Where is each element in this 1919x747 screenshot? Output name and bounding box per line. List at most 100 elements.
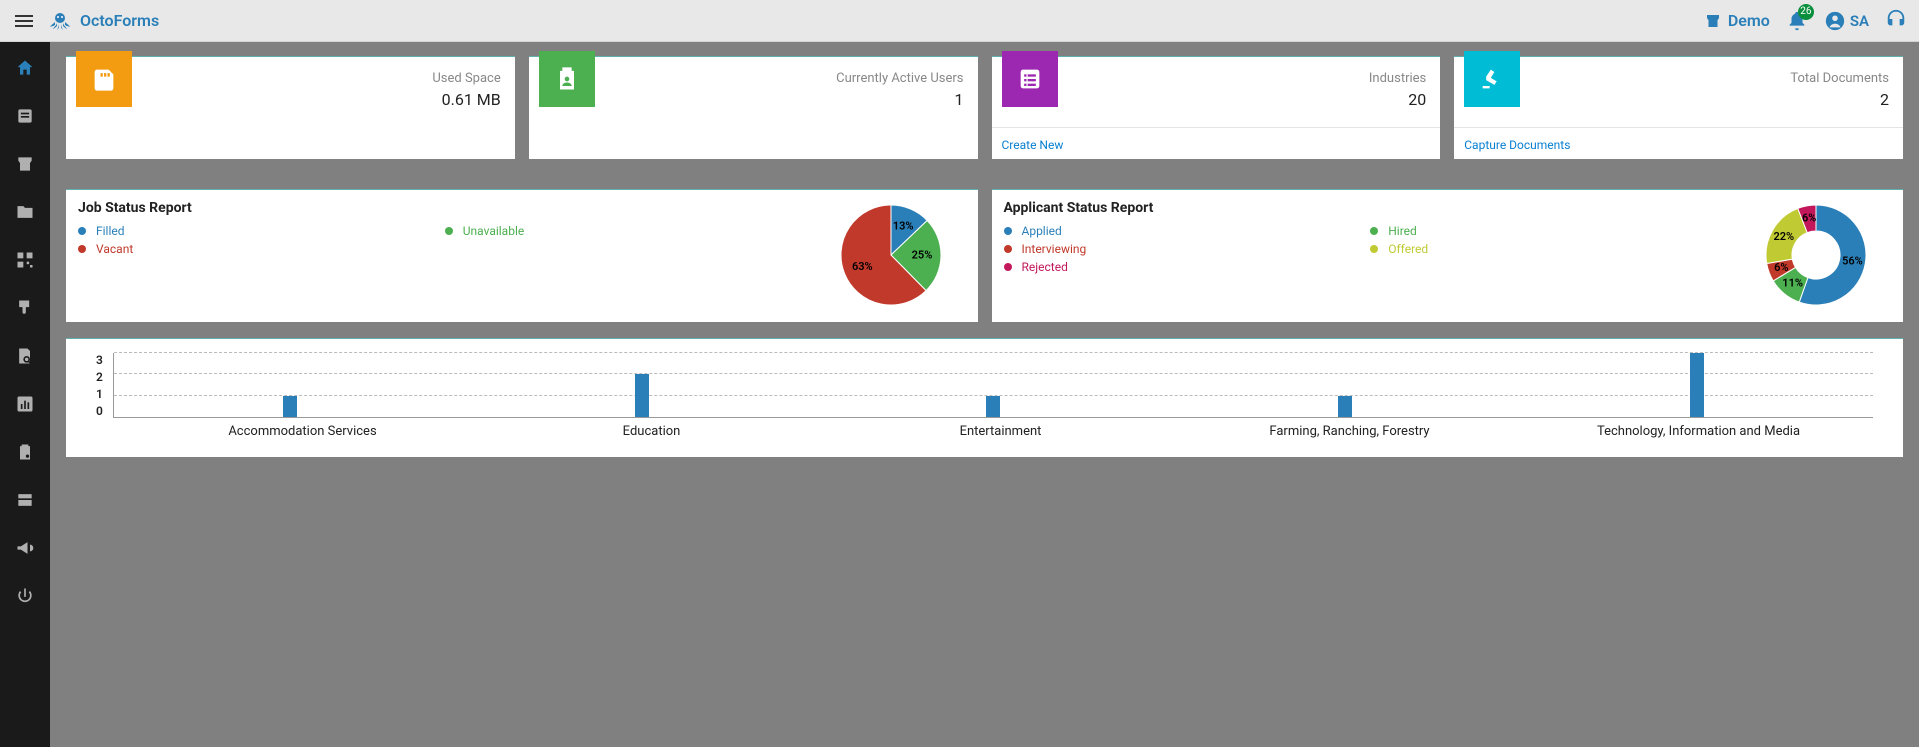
- nav-reports[interactable]: [13, 392, 37, 416]
- user-menu[interactable]: SA: [1824, 10, 1869, 32]
- svg-text:11%: 11%: [1782, 277, 1803, 290]
- stat-used-space: Used Space 0.61 MB: [66, 56, 515, 159]
- legend-dot: [1004, 245, 1012, 253]
- bar: [635, 374, 649, 417]
- notifications-button[interactable]: 26: [1786, 10, 1808, 32]
- x-label: Education: [477, 424, 826, 439]
- stat-documents: Total Documents 2 Capture Documents: [1454, 56, 1903, 159]
- legend-dot: [1004, 227, 1012, 235]
- nav-clipboard[interactable]: [13, 440, 37, 464]
- svg-text:63%: 63%: [851, 260, 872, 273]
- bar: [986, 396, 1000, 417]
- svg-text:56%: 56%: [1842, 254, 1863, 267]
- shop-icon: [15, 154, 35, 174]
- legend-label: Unavailable: [463, 224, 524, 238]
- support-button[interactable]: [1885, 8, 1907, 34]
- nav-qr[interactable]: [13, 248, 37, 272]
- megaphone-icon: [15, 538, 35, 558]
- industries-bar-card: 3210 Accommodation ServicesEducationEnte…: [66, 338, 1903, 457]
- tenant-label: Demo: [1728, 11, 1770, 30]
- form-icon: [15, 106, 35, 126]
- y-tick: 1: [96, 387, 103, 401]
- nav-store[interactable]: [13, 152, 37, 176]
- applicant-status-card: Applicant Status Report Applied Hired Inte…: [992, 189, 1904, 322]
- doc-search-icon: [15, 346, 35, 366]
- menu-toggle[interactable]: [12, 9, 36, 33]
- legend-dot: [78, 245, 86, 253]
- bar-y-axis: 3210: [96, 353, 113, 418]
- legend-label: Filled: [96, 224, 125, 238]
- y-tick: 3: [96, 353, 103, 367]
- legend-item: Unavailable: [445, 224, 800, 238]
- hamburger-icon: [12, 9, 36, 33]
- bar-group: [114, 353, 466, 417]
- folder-icon: [15, 202, 35, 222]
- legend-label: Offered: [1388, 242, 1428, 256]
- legend-dot: [78, 227, 86, 235]
- job-legend: Filled Unavailable Vacant: [78, 224, 800, 256]
- stat-active-users: Currently Active Users 1: [529, 56, 978, 159]
- bar: [283, 396, 297, 417]
- tenant-selector[interactable]: Demo: [1704, 11, 1770, 30]
- home-icon: [15, 58, 35, 78]
- nav-home[interactable]: [13, 56, 37, 80]
- bar-plot: [113, 353, 1873, 418]
- brand-name: OctoForms: [80, 11, 159, 30]
- bar-group: [818, 353, 1170, 417]
- power-icon: [15, 586, 35, 606]
- legend-item: Hired: [1370, 224, 1725, 238]
- create-new-link[interactable]: Create New: [1002, 138, 1064, 152]
- x-label: Entertainment: [826, 424, 1175, 439]
- applicant-legend: Applied Hired Interviewing Offered Rejected: [1004, 224, 1726, 274]
- nav-power[interactable]: [13, 584, 37, 608]
- y-tick: 2: [96, 370, 103, 384]
- bar: [1690, 353, 1704, 417]
- sidebar: [0, 42, 50, 747]
- svg-text:22%: 22%: [1773, 230, 1794, 243]
- archive-icon: [15, 490, 35, 510]
- headset-icon: [1885, 8, 1907, 30]
- octopus-icon: [48, 9, 72, 33]
- app-header: OctoForms Demo 26 SA: [0, 0, 1919, 42]
- clipboard-icon: [15, 442, 35, 462]
- svg-text:6%: 6%: [1774, 261, 1788, 274]
- nav-paint[interactable]: [13, 296, 37, 320]
- list-icon: [1002, 51, 1058, 107]
- x-label: Accommodation Services: [128, 424, 477, 439]
- brush-icon: [15, 298, 35, 318]
- nav-folder[interactable]: [13, 200, 37, 224]
- legend-label: Rejected: [1022, 260, 1068, 274]
- svg-text:13%: 13%: [892, 220, 913, 233]
- user-icon: [1824, 10, 1846, 32]
- svg-text:25%: 25%: [911, 248, 932, 261]
- legend-item: Vacant: [78, 242, 433, 256]
- legend-label: Hired: [1388, 224, 1417, 238]
- user-initials: SA: [1850, 12, 1869, 30]
- bar-group: [1521, 353, 1873, 417]
- stat-industries: Industries 20 Create New: [992, 56, 1441, 159]
- bar-chart: 3210: [96, 353, 1873, 418]
- nav-search-doc[interactable]: [13, 344, 37, 368]
- nav-archive[interactable]: [13, 488, 37, 512]
- capture-documents-link[interactable]: Capture Documents: [1464, 138, 1570, 152]
- legend-item: Interviewing: [1004, 242, 1359, 256]
- robot-arm-icon: [1464, 51, 1520, 107]
- legend-label: Interviewing: [1022, 242, 1087, 256]
- applicant-status-title: Applicant Status Report: [1004, 200, 1726, 216]
- legend-item: Rejected: [1004, 260, 1359, 274]
- report-row: Job Status Report FilledUnavailableVacan…: [66, 189, 1903, 322]
- legend-label: Applied: [1022, 224, 1062, 238]
- x-label: Farming, Ranching, Forestry: [1175, 424, 1524, 439]
- brand[interactable]: OctoForms: [48, 9, 159, 33]
- bar: [1338, 396, 1352, 417]
- svg-text:6%: 6%: [1802, 212, 1816, 225]
- nav-forms[interactable]: [13, 104, 37, 128]
- chart-icon: [15, 394, 35, 414]
- bar-group: [466, 353, 818, 417]
- job-pie-chart: 13% 25% 63%: [816, 200, 966, 310]
- qr-icon: [15, 250, 35, 270]
- store-icon: [1704, 12, 1722, 30]
- legend-item: Filled: [78, 224, 433, 238]
- nav-announce[interactable]: [13, 536, 37, 560]
- legend-dot: [1370, 245, 1378, 253]
